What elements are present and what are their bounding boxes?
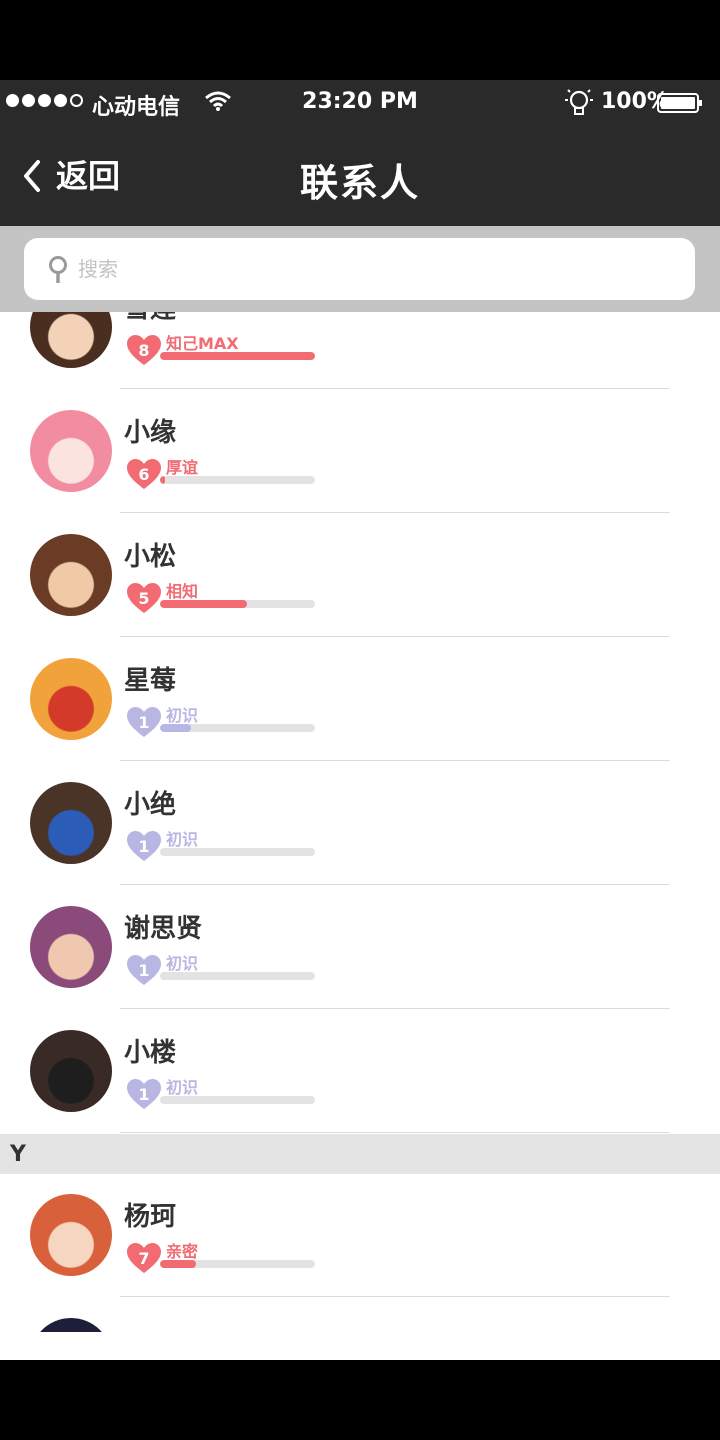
level-label: 初识 — [166, 706, 199, 725]
level-number: 1 — [138, 713, 150, 732]
level-number: 1 — [138, 837, 150, 856]
affinity-progress-fill — [160, 476, 165, 484]
level-label: 初识 — [166, 1078, 199, 1097]
row-divider — [120, 884, 670, 885]
level-label: 相知 — [166, 582, 199, 601]
battery-icon — [657, 93, 702, 113]
row-divider — [120, 636, 670, 637]
affinity-progress-bar — [160, 1096, 315, 1104]
affinity-progress-fill — [160, 724, 191, 732]
contact-name: 小松 — [124, 542, 177, 572]
nav-bar: 返回 联系人 — [0, 126, 720, 226]
page-title: 联系人 — [299, 161, 420, 205]
affinity-progress-fill — [160, 600, 247, 608]
affinity-progress-fill — [160, 1260, 196, 1268]
search-box[interactable] — [24, 238, 695, 300]
section-letter: Y — [10, 1142, 26, 1167]
contact-row[interactable]: 小缘 6 厚谊 — [0, 390, 720, 514]
contact-name: 星莓 — [124, 666, 177, 696]
section-header: Y — [0, 1134, 720, 1174]
row-divider — [120, 512, 670, 513]
contact-row[interactable]: 小松 5 相知 — [0, 514, 720, 638]
level-number: 1 — [138, 961, 150, 980]
contact-row[interactable]: 小绝 1 初识 — [0, 762, 720, 886]
row-divider — [120, 760, 670, 761]
contact-name: 小楼 — [124, 1038, 177, 1068]
contact-avatar — [30, 410, 112, 492]
affinity-progress-bar — [160, 972, 315, 980]
level-number: 8 — [138, 341, 150, 360]
level-number: 7 — [138, 1249, 150, 1268]
search-icon — [49, 256, 67, 283]
level-label: 初识 — [166, 954, 199, 973]
contact-row[interactable] — [0, 1298, 720, 1332]
contact-avatar — [30, 906, 112, 988]
row-divider — [120, 1008, 670, 1009]
bulb-icon — [565, 89, 593, 115]
contact-row[interactable]: 小楼 1 初识 — [0, 1010, 720, 1134]
contact-name: 雪莲 — [124, 312, 176, 325]
contact-name: 小绝 — [124, 790, 177, 820]
affinity-progress-bar — [160, 352, 315, 360]
contact-avatar — [30, 1030, 112, 1112]
status-bar: 心动电信 23:20 PM 100% — [0, 80, 720, 126]
level-number: 6 — [138, 465, 150, 484]
row-divider — [120, 1296, 670, 1297]
contact-name: 杨珂 — [124, 1202, 177, 1232]
contact-row[interactable]: 谢思贤 1 初识 — [0, 886, 720, 1010]
level-label: 知己MAX — [166, 334, 239, 353]
search-input[interactable] — [78, 252, 658, 286]
affinity-progress-bar — [160, 724, 315, 732]
contact-avatar — [30, 1318, 112, 1332]
affinity-progress-fill — [160, 352, 315, 360]
row-divider — [120, 1132, 670, 1133]
app-screen: 心动电信 23:20 PM 100% 返回 联系人 搜索 8 知己MAX 小缘 … — [0, 80, 720, 1360]
affinity-progress-bar — [160, 1260, 315, 1268]
contact-row[interactable]: 杨珂 7 亲密 — [0, 1174, 720, 1298]
level-label: 厚谊 — [166, 458, 199, 477]
level-number: 5 — [138, 589, 150, 608]
contact-list[interactable]: 雪莲8知己MAX小缘6厚谊小松5相知星莓1初识小绝1初识谢思贤1初识小楼1初识Y… — [0, 312, 720, 1332]
level-number: 1 — [138, 1085, 150, 1104]
contact-avatar — [30, 782, 112, 864]
level-label: 初识 — [166, 830, 199, 849]
contact-name: 谢思贤 — [124, 914, 203, 944]
level-label: 亲密 — [166, 1242, 199, 1261]
affinity-progress-bar — [160, 600, 315, 608]
search-bar — [0, 226, 720, 312]
contact-name: 小缘 — [124, 418, 177, 448]
contact-avatar — [30, 658, 112, 740]
contact-row[interactable]: 星莓 1 初识 — [0, 638, 720, 762]
contact-avatar — [30, 534, 112, 616]
contact-avatar — [30, 1194, 112, 1276]
contact-avatar — [30, 312, 112, 368]
affinity-progress-bar — [160, 476, 315, 484]
contact-row[interactable]: 雪莲 8 知己MAX — [0, 312, 720, 390]
affinity-progress-bar — [160, 848, 315, 856]
row-divider — [120, 388, 670, 389]
